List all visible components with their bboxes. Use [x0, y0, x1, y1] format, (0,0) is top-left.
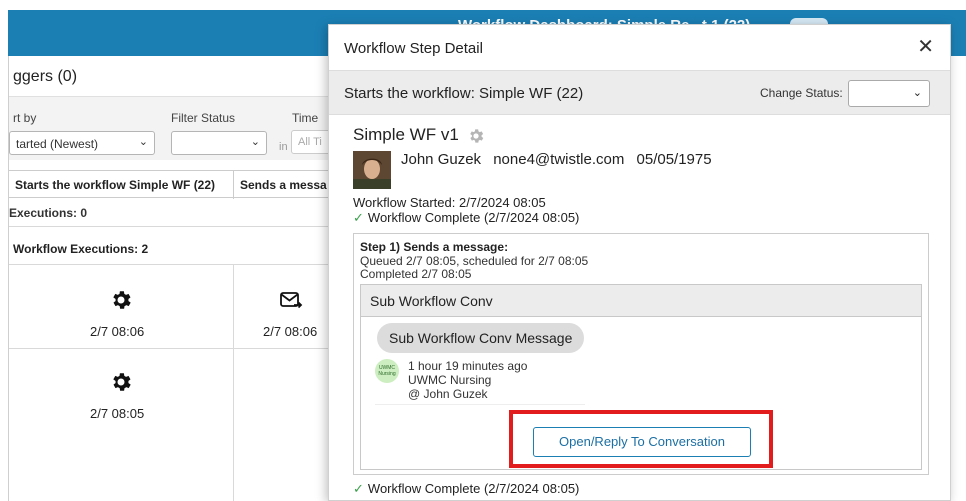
sort-select[interactable]: tarted (Newest) ⌄ — [9, 131, 155, 155]
user-dob: 05/05/1975 — [636, 151, 712, 168]
column-divider — [233, 171, 234, 199]
workflow-complete-status: ✓ Workflow Complete (2/7/2024 08:05) — [353, 210, 579, 226]
message-meta: UWMC Nursing 1 hour 19 minutes ago UWMC … — [375, 359, 585, 405]
row-divider — [9, 226, 339, 227]
table-header: Starts the workflow Simple WF (22) Sends… — [9, 170, 339, 199]
filter-toolbar: rt by tarted (Newest) ⌄ Filter Status ⌄ … — [9, 96, 339, 160]
column-header-start[interactable]: Starts the workflow Simple WF (22) — [15, 178, 215, 192]
step-title: Starts the workflow: Simple WF (22) — [344, 85, 584, 102]
change-status-label: Change Status: — [760, 86, 843, 100]
step-queued: Queued 2/7 08:05, scheduled for 2/7 08:0… — [360, 254, 589, 268]
gear-icon[interactable] — [109, 288, 133, 312]
execution-time: 2/7 08:05 — [90, 406, 145, 421]
gear-icon[interactable] — [467, 127, 485, 145]
filter-status-select[interactable]: ⌄ — [171, 131, 267, 155]
message-bubble: Sub Workflow Conv Message — [377, 323, 585, 353]
avatar — [353, 151, 391, 189]
step-subheader: Starts the workflow: Simple WF (22) Chan… — [329, 71, 950, 115]
sort-select-value: tarted (Newest) — [16, 137, 99, 151]
check-icon: ✓ — [353, 210, 364, 225]
conversation-header: Sub Workflow Conv — [361, 285, 921, 317]
conversation-panel: Sub Workflow Conv Sub Workflow Conv Mess… — [360, 284, 922, 470]
grid-divider — [233, 265, 234, 501]
execution-time: 2/7 08:06 — [90, 324, 145, 339]
executions-count: Executions: 0 — [9, 206, 88, 220]
dialog-title: Workflow Step Detail — [344, 40, 483, 57]
chevron-down-icon: ⌄ — [138, 136, 148, 148]
open-reply-conversation-button[interactable]: Open/Reply To Conversation — [533, 427, 751, 457]
workflow-step-detail-dialog: Workflow Step Detail ✕ Starts the workfl… — [328, 24, 951, 501]
gear-icon[interactable] — [109, 370, 133, 394]
dialog-header: Workflow Step Detail ✕ — [329, 25, 950, 71]
user-info: John Guzek none4@twistle.com 05/05/1975 — [401, 151, 720, 168]
workflow-started: Workflow Started: 2/7/2024 08:05 — [353, 195, 546, 210]
filter-status-label: Filter Status — [171, 111, 236, 125]
time-label: Time — [292, 111, 319, 125]
row-divider — [9, 348, 339, 349]
workflow-executions-text: Workflow Executions: 2 — [13, 242, 149, 256]
execution-time: 2/7 08:06 — [263, 324, 318, 339]
triggers-heading: ggers (0) — [13, 68, 78, 85]
org-avatar: UWMC Nursing — [375, 359, 399, 383]
message-send-icon[interactable] — [279, 288, 303, 312]
workflow-complete-status-bottom: ✓ Workflow Complete (2/7/2024 08:05) — [353, 481, 579, 497]
check-icon: ✓ — [353, 481, 364, 496]
row-divider — [9, 264, 339, 265]
workflow-complete-text: Workflow Complete (2/7/2024 08:05) — [367, 481, 580, 496]
chevron-down-icon: ⌄ — [912, 87, 922, 99]
sort-by-label: rt by — [13, 111, 37, 125]
close-icon[interactable]: ✕ — [917, 37, 934, 57]
change-status-select[interactable]: ⌄ — [848, 80, 930, 107]
workflow-complete-text: Workflow Complete (2/7/2024 08:05) — [367, 210, 580, 225]
workflow-executions-count: Workflow Executions: 2 — [13, 242, 148, 256]
column-header-message[interactable]: Sends a messa — [240, 178, 327, 192]
step-completed: Completed 2/7 08:05 — [360, 267, 472, 281]
message-sender: UWMC Nursing — [408, 373, 492, 387]
conversation-title: Sub Workflow Conv — [370, 293, 493, 309]
step-detail-box: Step 1) Sends a message: Queued 2/7 08:0… — [353, 233, 929, 475]
workflow-name: Simple WF v1 — [353, 125, 459, 144]
triggers-panel: ggers (0) rt by tarted (Newest) ⌄ Filter… — [9, 56, 339, 501]
in-label: in — [279, 141, 288, 153]
message-recipient: @ John Guzek — [408, 387, 488, 401]
highlight-box: Open/Reply To Conversation — [509, 410, 773, 468]
message-time: 1 hour 19 minutes ago — [408, 359, 528, 373]
step-title: Step 1) Sends a message: — [360, 240, 509, 254]
user-name: John Guzek — [401, 151, 482, 168]
user-email: none4@twistle.com — [493, 151, 625, 168]
chevron-down-icon: ⌄ — [250, 136, 260, 148]
